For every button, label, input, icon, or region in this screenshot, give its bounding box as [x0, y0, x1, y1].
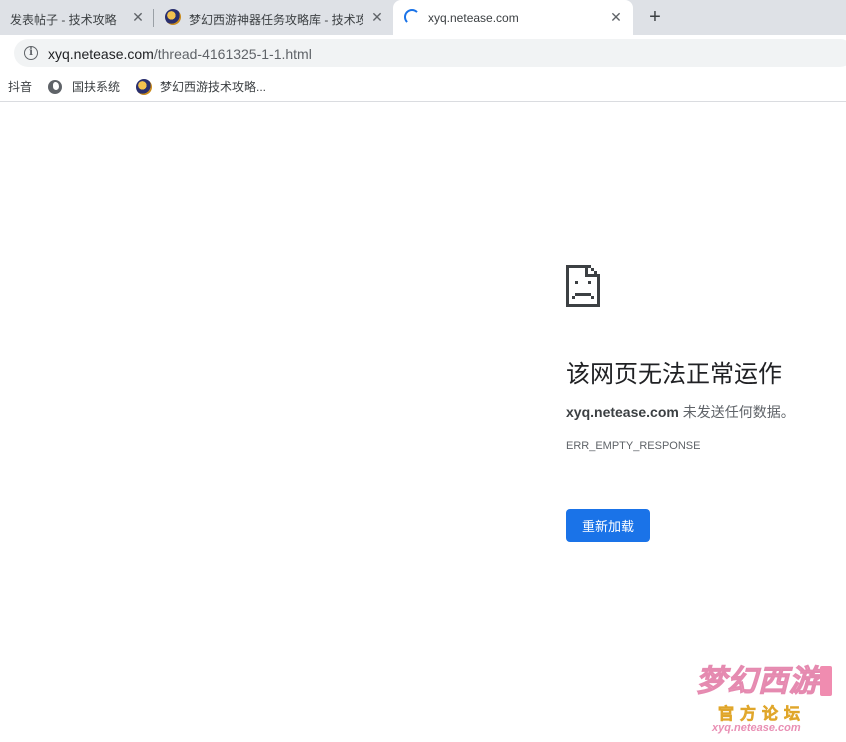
close-icon[interactable]: ✕ [130, 9, 146, 25]
error-detail: xyq.netease.com 未发送任何数据。 [566, 402, 795, 422]
bookmarks-bar: 抖音 国扶系统 梦幻西游技术攻略... [0, 71, 846, 102]
error-code: ERR_EMPTY_RESPONSE [566, 440, 701, 452]
tab-post-thread[interactable]: 发表帖子 - 技术攻略 ✕ [0, 0, 153, 35]
reload-button[interactable]: 重新加载 [566, 509, 650, 542]
mhxy-favicon-icon [136, 78, 152, 95]
watermark-title: 梦幻西游 [696, 664, 820, 700]
url-path: /thread-4161325-1-1.html [153, 46, 312, 62]
watermark-tag [820, 666, 832, 696]
info-icon[interactable]: i [24, 46, 38, 60]
bookmark-douyin[interactable]: 抖音 [8, 78, 32, 95]
bookmark-mhxy-guide[interactable]: 梦幻西游技术攻略... [136, 78, 266, 95]
tab-artifact-guide[interactable]: 梦幻西游神器任务攻略库 - 技术攻 ✕ [154, 0, 392, 35]
tab-title: xyq.netease.com [428, 11, 519, 25]
toolbar: i xyq.netease.com/thread-4161325-1-1.htm… [0, 35, 846, 71]
watermark-subtitle: 官方论坛 [718, 706, 807, 724]
tab-strip: 发表帖子 - 技术攻略 ✕ 梦幻西游神器任务攻略库 - 技术攻 ✕ xyq.ne… [0, 0, 846, 35]
bookmark-label: 国扶系统 [72, 80, 121, 94]
url-host: xyq.netease.com [48, 46, 154, 62]
tab-title: 发表帖子 - 技术攻略 [10, 13, 117, 27]
forum-watermark-logo: 梦幻西游 官方论坛 xyq.netease.com [696, 656, 842, 738]
new-tab-button[interactable]: + [644, 6, 666, 28]
url-text[interactable]: xyq.netease.com/thread-4161325-1-1.html [48, 46, 312, 62]
error-message: 未发送任何数据。 [678, 404, 795, 420]
address-bar[interactable]: i xyq.netease.com/thread-4161325-1-1.htm… [14, 39, 846, 67]
close-icon[interactable]: ✕ [608, 9, 624, 25]
globe-icon [48, 79, 62, 94]
mhxy-favicon-icon [165, 9, 181, 25]
tab-title: 梦幻西游神器任务攻略库 - 技术攻 [189, 13, 363, 27]
tab-active-xyq[interactable]: xyq.netease.com ✕ [393, 0, 633, 35]
close-icon[interactable]: ✕ [369, 9, 385, 25]
error-title: 该网页无法正常运作 [566, 361, 782, 388]
error-host: xyq.netease.com [566, 404, 679, 420]
sad-document-icon [566, 265, 600, 307]
bookmark-label: 梦幻西游技术攻略... [160, 80, 267, 94]
watermark-url: xyq.netease.com [712, 722, 801, 734]
bookmark-guofu[interactable]: 国扶系统 [48, 78, 120, 95]
bookmark-label: 抖音 [8, 80, 33, 94]
loading-spinner-icon [404, 9, 420, 25]
